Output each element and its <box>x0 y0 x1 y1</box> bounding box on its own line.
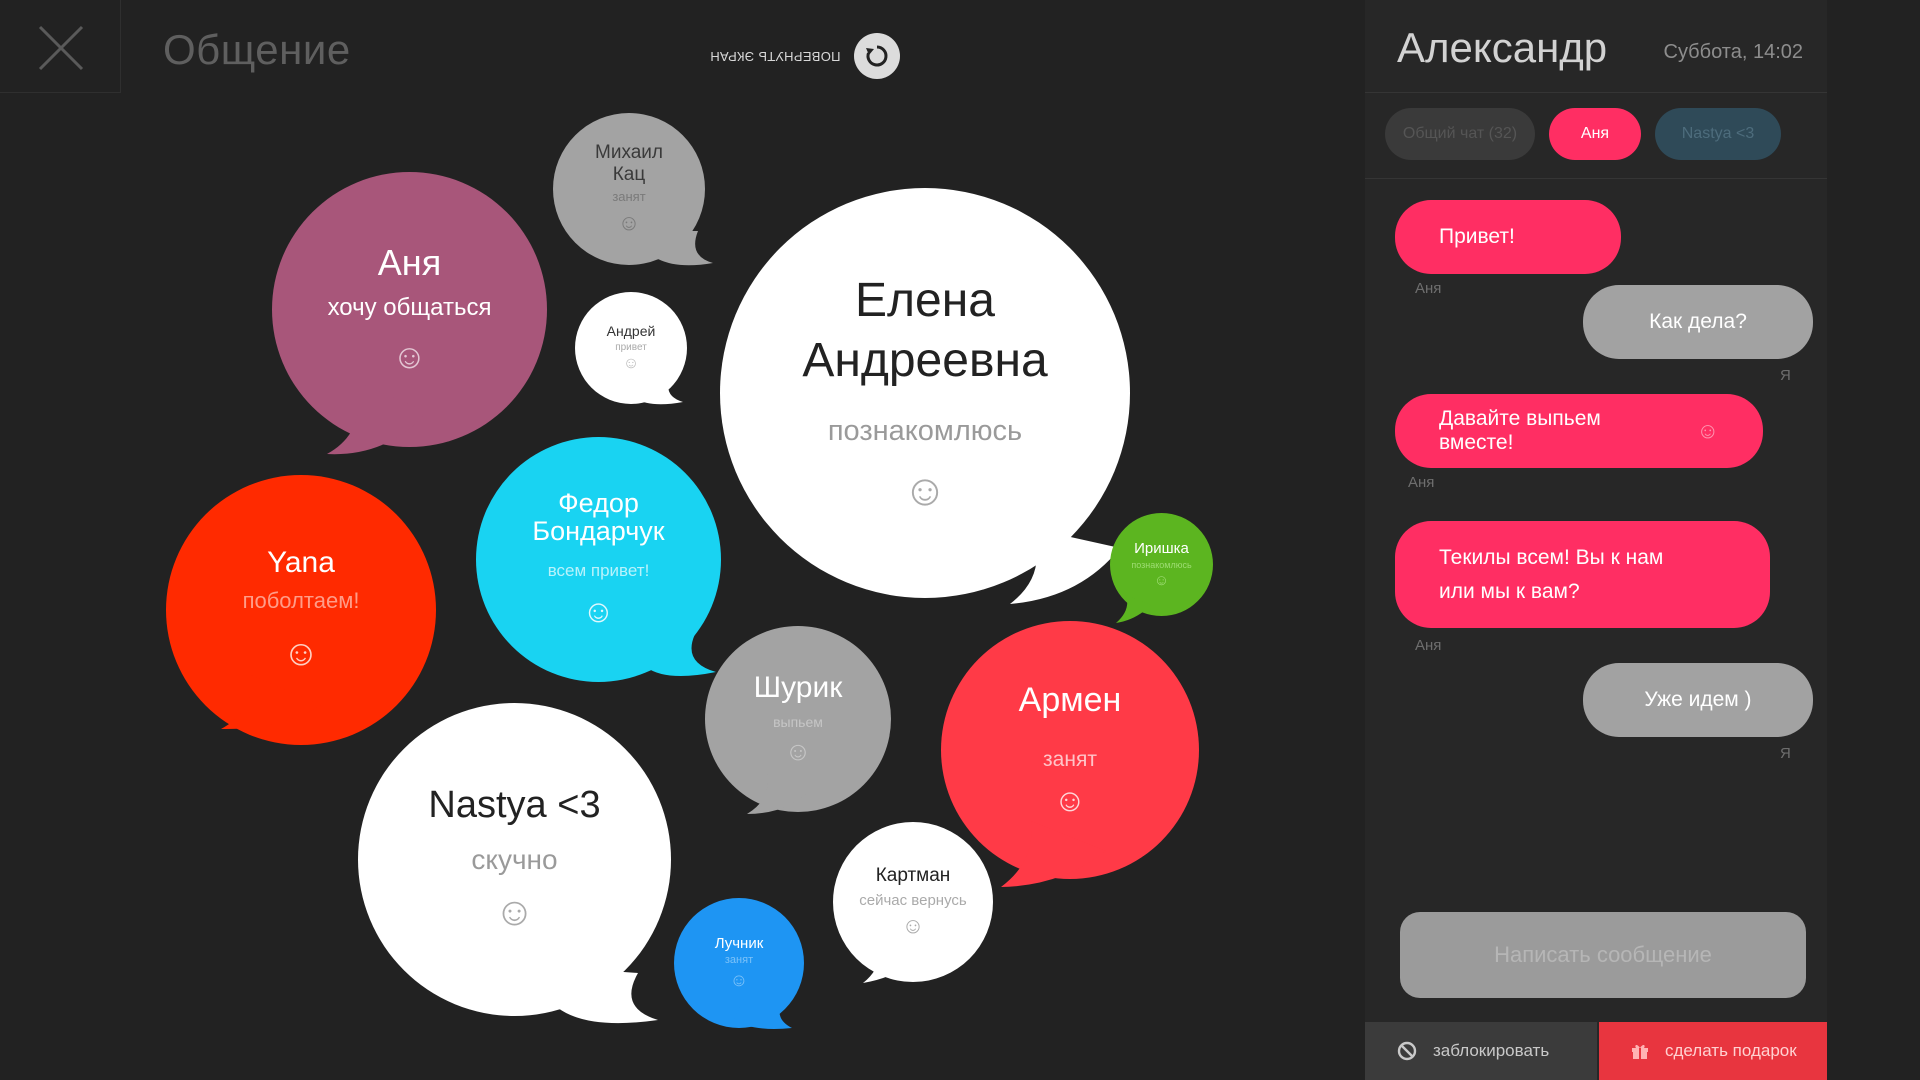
tab-general-chat[interactable]: Общий чат (32) <box>1385 108 1535 160</box>
message-sender: Аня <box>1415 280 1442 297</box>
bubble-name: Федор Бондарчук <box>532 487 665 546</box>
message-text: Уже идем ) <box>1644 688 1752 711</box>
tabs-divider <box>1365 178 1827 179</box>
bubble-nastya[interactable]: Nastya <3 скучно ☺ <box>358 703 671 1024</box>
smile-icon: ☺ <box>392 337 427 376</box>
message-sender: Я <box>1780 745 1791 762</box>
chat-header: Александр Суббота, 14:02 <box>1365 0 1827 93</box>
message-outgoing: Как дела? <box>1583 285 1813 359</box>
bubble-status: познакомлюсь <box>1131 559 1192 570</box>
bubble-name: Армен <box>1018 680 1122 719</box>
gift-icon <box>1632 1044 1648 1059</box>
bubble-status: занят <box>1043 748 1097 772</box>
bubble-name: Лучник <box>714 934 764 952</box>
message-text: Как дела? <box>1649 310 1747 333</box>
smile-icon: ☺ <box>282 632 320 674</box>
bubble-name: Михаил Кац <box>595 141 663 185</box>
smile-icon: ☺ <box>784 735 812 766</box>
message-text: Привет! <box>1439 225 1515 248</box>
rotate-screen-control[interactable]: ПОВЕРНУТЬ ЭКРАН <box>710 33 901 79</box>
bubble-mikhail[interactable]: Михаил Кац занят ☺ <box>553 113 713 266</box>
message-incoming: Привет! <box>1395 200 1621 274</box>
bubble-anya[interactable]: Аня хочу общаться ☺ <box>272 172 547 455</box>
message-sender: Я <box>1780 367 1791 384</box>
bubble-status: поболтаем! <box>242 588 360 614</box>
chat-tabs: Общий чат (32) Аня Nastya <3 <box>1385 108 1781 160</box>
bubble-name: Шурик <box>753 671 843 705</box>
bubble-name: Елена Андреевна <box>802 273 1048 387</box>
bubble-kartman[interactable]: Картман сейчас вернусь ☺ <box>833 822 993 983</box>
bubble-name: Nastya <3 <box>428 784 601 827</box>
bubble-name: Картман <box>875 864 951 886</box>
smile-icon: ☺ <box>901 913 925 939</box>
rotate-screen-button[interactable] <box>854 33 901 79</box>
message-text: Текилы всем! Вы к нам или мы к вам? <box>1439 545 1664 603</box>
block-button[interactable]: заблокировать <box>1365 1022 1597 1080</box>
bubble-name: Иришка <box>1134 540 1189 558</box>
smile-icon: ☺ <box>902 465 948 515</box>
message-sender: Аня <box>1408 474 1435 491</box>
close-icon <box>38 25 84 71</box>
message-incoming: Текилы всем! Вы к нам или мы к вам? <box>1395 521 1770 628</box>
bubble-status: хочу общаться <box>327 293 492 321</box>
smile-icon: ☺ <box>622 354 640 372</box>
bubble-status: всем привет! <box>547 561 650 581</box>
bubble-irishka[interactable]: Иришка познакомлюсь ☺ <box>1110 513 1213 623</box>
bubble-status: сейчас вернусь <box>859 892 967 910</box>
smile-icon: ☺ <box>1053 782 1087 819</box>
gift-button[interactable]: сделать подарок <box>1599 1022 1827 1080</box>
smile-icon: ☺ <box>494 889 535 934</box>
message-text: Давайте выпьем вместе! <box>1439 407 1601 454</box>
bubble-shurik[interactable]: Шурик выпьем ☺ <box>705 626 891 814</box>
bubble-name: Аня <box>377 242 442 284</box>
chat-user-name: Александр <box>1397 24 1608 71</box>
smile-icon: ☺ <box>617 210 641 236</box>
smile-icon: ☺ <box>582 593 615 630</box>
bubble-status: привет <box>615 341 647 353</box>
close-button[interactable] <box>0 0 121 93</box>
block-icon <box>1397 1041 1417 1061</box>
rotate-icon <box>866 45 888 67</box>
chat-datetime: Суббота, 14:02 <box>1663 41 1803 63</box>
message-incoming: Давайте выпьем вместе! ☺ <box>1395 394 1763 468</box>
bubble-luchnik[interactable]: Лучник занят ☺ <box>674 898 804 1029</box>
chat-panel: Александр Суббота, 14:02 Общий чат (32) … <box>1365 0 1827 1080</box>
block-label: заблокировать <box>1433 1041 1550 1060</box>
smile-icon: ☺ <box>729 970 749 991</box>
bubble-status: занят <box>724 954 754 967</box>
page-title: Общение <box>163 26 351 73</box>
message-input[interactable]: Написать сообщение <box>1400 912 1806 998</box>
bubble-andrey[interactable]: Андрей привет ☺ <box>575 292 687 405</box>
bubble-status: скучно <box>471 843 558 875</box>
bubble-status: занят <box>612 189 646 205</box>
message-sender: Аня <box>1415 637 1442 654</box>
smile-icon: ☺ <box>1153 571 1170 589</box>
bubble-name: Yana <box>267 545 335 579</box>
bubble-name: Андрей <box>606 323 656 340</box>
smile-icon: ☺ <box>1696 418 1719 443</box>
bubble-elena[interactable]: Елена Андреевна познакомлюсь ☺ <box>720 188 1130 604</box>
message-outgoing: Уже идем ) <box>1583 663 1813 737</box>
bubble-status: познакомлюсь <box>827 414 1023 447</box>
tab-anya[interactable]: Аня <box>1549 108 1641 160</box>
bubble-status: выпьем <box>773 713 823 730</box>
bubble-fedor[interactable]: Федор Бондарчук всем привет! ☺ <box>476 437 721 682</box>
gift-label: сделать подарок <box>1665 1041 1797 1060</box>
rotate-screen-label: ПОВЕРНУТЬ ЭКРАН <box>710 48 841 64</box>
tab-nastya[interactable]: Nastya <3 <box>1655 108 1781 160</box>
